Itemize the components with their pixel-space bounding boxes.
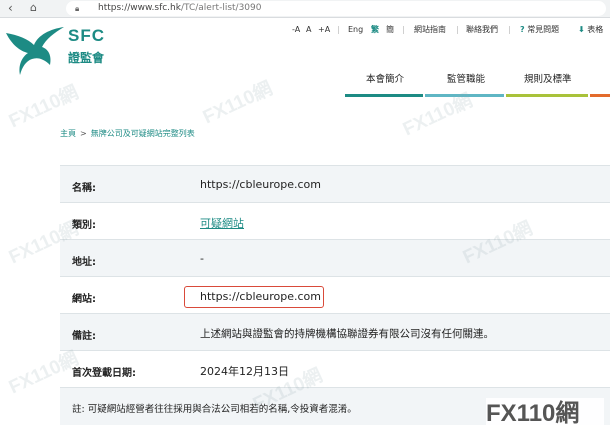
nav-underline-more (590, 94, 610, 97)
remarks-label: 備註: (72, 331, 96, 342)
table-row-name: 名稱: https://cbleurope.com (60, 165, 610, 203)
breadcrumb: 主頁 > 無牌公司及可疑網站完整列表 (60, 128, 195, 139)
website-label: 網站: (72, 294, 96, 305)
divider: | (456, 25, 459, 34)
bird-emblem-icon (6, 27, 64, 75)
table-row-first-date: 首次登載日期: 2024年12月13日 (60, 350, 610, 388)
footnote-text: 註: 可疑網站經營者往往採用與合法公司相若的名稱,令投資者混淆。 (72, 404, 357, 415)
font-large-button[interactable]: +A (318, 24, 330, 36)
site-guide-link[interactable]: 網站指南 (414, 24, 446, 36)
category-link[interactable]: 可疑網站 (200, 215, 244, 231)
breadcrumb-home[interactable]: 主頁 (60, 129, 76, 138)
nav-underline-rules (506, 94, 588, 97)
lock-icon: 🔒︎ (75, 4, 80, 13)
address-bar[interactable]: 🔒︎ https://www.sfc.hk/TC/alert-list/3090 (66, 1, 606, 16)
logo-name: 證監會 (68, 51, 105, 65)
lang-sc-link[interactable]: 簡 (386, 24, 394, 36)
first-date-value: 2024年12月13日 (200, 365, 289, 378)
remarks-value: 上述網站與證監會的持牌機構協聯證券有限公司沒有任何關連。 (200, 328, 494, 340)
website-value[interactable]: https://cbleurope.com (200, 290, 321, 303)
divider: | (337, 25, 340, 34)
logo-abbr: SFC (68, 26, 105, 45)
table-row-remarks: 備註: 上述網站與證監會的持牌機構協聯證券有限公司沒有任何關連。 (60, 313, 610, 351)
nav-regulatory[interactable]: 監管職能 (447, 71, 485, 85)
divider: | (508, 25, 511, 34)
address-value: - (200, 252, 204, 265)
font-mid-button[interactable]: A (306, 24, 311, 36)
table-row-website: 網站: https://cbleurope.com (60, 276, 610, 314)
url-text: https://www.sfc.hk/TC/alert-list/3090 (98, 3, 262, 13)
help-circle-icon: ? (520, 25, 525, 34)
table-row-address: 地址: - (60, 239, 610, 277)
back-icon[interactable]: ‹ (8, 1, 13, 15)
contact-link[interactable]: 聯絡我們 (466, 24, 498, 36)
fx110-badge: FX110網 (486, 398, 604, 430)
nav-about[interactable]: 本會簡介 (366, 71, 404, 85)
nav-underline-about (345, 94, 423, 97)
browser-bar: ‹ ⌂ 🔒︎ https://www.sfc.hk/TC/alert-list/… (0, 0, 610, 18)
home-icon[interactable]: ⌂ (30, 1, 37, 15)
lang-en-link[interactable]: Eng (348, 24, 363, 36)
name-label: 名稱: (72, 183, 96, 194)
name-value: https://cbleurope.com (200, 178, 322, 191)
address-label: 地址: (72, 257, 96, 268)
font-small-button[interactable]: -A (292, 24, 300, 36)
divider: | (402, 25, 405, 34)
breadcrumb-current[interactable]: 無牌公司及可疑網站完整列表 (91, 129, 195, 138)
nav-rules[interactable]: 規則及標準 (524, 71, 572, 85)
watermark: FX110網 (199, 78, 276, 129)
breadcrumb-separator: > (80, 129, 87, 138)
faq-link[interactable]: ? 常見問題 (520, 24, 559, 36)
forms-link[interactable]: ⬇ 表格 (578, 24, 603, 36)
lang-tc-link[interactable]: 繁 (371, 24, 379, 36)
download-icon: ⬇ (578, 25, 585, 34)
